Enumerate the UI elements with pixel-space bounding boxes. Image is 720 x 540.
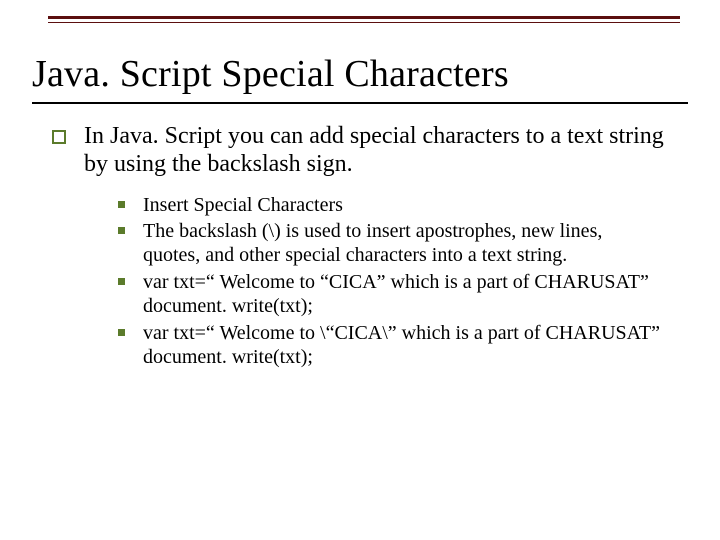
sub-bullet-list: Insert Special Characters The backslash … (118, 193, 662, 370)
square-bullet-icon (118, 201, 125, 208)
list-item: Insert Special Characters (118, 193, 662, 217)
hollow-square-bullet-icon (52, 130, 66, 144)
intro-text: In Java. Script you can add special char… (84, 122, 674, 179)
square-bullet-icon (118, 227, 125, 234)
list-item-text: var txt=“ Welcome to \“CICA\” which is a… (143, 321, 660, 370)
list-item-text: var txt=“ Welcome to “CICA” which is a p… (143, 270, 649, 319)
list-item-text: Insert Special Characters (143, 193, 343, 217)
intro-item: In Java. Script you can add special char… (52, 122, 674, 179)
slide-title: Java. Script Special Characters (32, 52, 688, 96)
decorative-top-rule (48, 16, 680, 26)
title-underline (32, 102, 688, 104)
list-item-text: The backslash (\) is used to insert apos… (143, 219, 662, 268)
list-item: var txt=“ Welcome to “CICA” which is a p… (118, 270, 662, 319)
square-bullet-icon (118, 278, 125, 285)
list-item: var txt=“ Welcome to \“CICA\” which is a… (118, 321, 662, 370)
list-item: The backslash (\) is used to insert apos… (118, 219, 662, 268)
square-bullet-icon (118, 329, 125, 336)
slide: Java. Script Special Characters In Java.… (0, 0, 720, 540)
